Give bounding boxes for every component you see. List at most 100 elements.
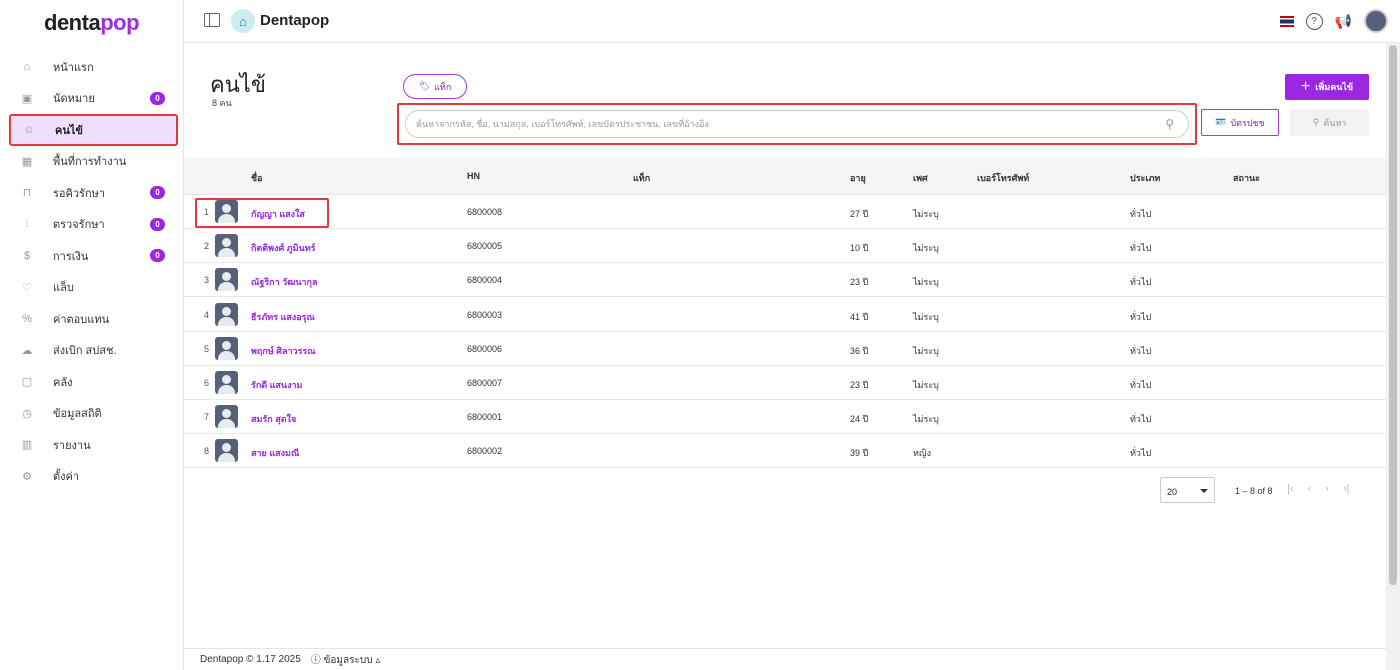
type: ทั่วไป (1130, 414, 1152, 425)
type: ทั่วไป (1130, 311, 1152, 322)
hn: 6800008 (467, 207, 503, 217)
type: ทั่วไป (1130, 380, 1152, 390)
last-page-icon[interactable]: ›| (1343, 483, 1350, 495)
tag-filter-button[interactable]: 🏷 แท็ก (403, 74, 467, 99)
age: 41 ปี (850, 311, 869, 322)
add-patient-button[interactable]: + เพิ่มคนไข้ (1285, 74, 1369, 100)
sidebar-item-0[interactable]: ⌂ หน้าแรก (9, 51, 178, 83)
patient-avatar (215, 371, 238, 394)
hn: 6800006 (467, 343, 503, 354)
col-age[interactable]: อายุ (850, 171, 866, 185)
sidebar-item-label: นัดหมาย (53, 93, 95, 106)
patient-name-link[interactable]: ณัฐริกา วัฒนากุล (251, 275, 318, 289)
next-page-icon[interactable]: › (1325, 483, 1329, 495)
hn: 6800001 (467, 412, 503, 423)
patient-name-link[interactable]: กัญญา แสงใส (251, 207, 305, 221)
patient-name-link[interactable]: กิตติพงศ์ ภูมินทร์ (251, 241, 315, 255)
money-hand-icon: $ (23, 249, 31, 262)
table-row[interactable]: 1 กัญญา แสงใส 6800008 27 ปี ไม่ระบุ ทั่ว… (184, 195, 1386, 229)
table-row[interactable]: 8 สาย แสงมณี 6800002 39 ปี หญิง ทั่วไป (184, 434, 1386, 469)
user-avatar[interactable] (1364, 9, 1388, 33)
pagination-range: 1 – 8 of 8 (1235, 486, 1273, 496)
row-index: 8 (204, 446, 210, 457)
col-hn[interactable]: HN (467, 171, 480, 181)
sidebar-item-6[interactable]: $ การเงิน 0 (9, 240, 178, 272)
help-icon[interactable]: ? (1305, 12, 1323, 30)
sidebar-item-7[interactable]: ♡ แล็บ (9, 272, 178, 304)
scrollbar-thumb[interactable] (1389, 45, 1397, 585)
copyright: Dentapop © 1.17 2025 (200, 654, 301, 665)
thai-flag-icon[interactable] (1279, 15, 1294, 27)
dental-chair-icon: ⊓ (22, 187, 32, 200)
col-name[interactable]: ชื่อ (251, 171, 263, 185)
sidebar-item-8[interactable]: % ค่าตอบแทน (9, 303, 178, 335)
system-info-link[interactable]: ⓘ ข้อมูลระบบ ▵ (311, 651, 381, 668)
patient-name-link[interactable]: สาย แสงมณี (251, 446, 299, 460)
workspace-icon: ▦ (21, 155, 33, 168)
footer: Dentapop © 1.17 2025 ⓘ ข้อมูลระบบ ▵ (184, 648, 1386, 670)
dentapop-logo[interactable]: dentapop (44, 10, 140, 36)
app-title: Dentapop (260, 12, 330, 29)
col-sex[interactable]: เพศ (913, 171, 928, 185)
sidebar-item-10[interactable]: ▢ คลัง (9, 366, 178, 398)
sex: ไม่ระบุ (913, 380, 939, 390)
patient-name-link[interactable]: รักดี แสนงาม (251, 378, 302, 392)
type: ทั่วไป (1130, 277, 1152, 288)
prev-page-icon[interactable]: ‹ (1308, 483, 1312, 495)
count-badge: 0 (150, 186, 165, 200)
sidebar-item-label: รอคิวรักษา (53, 187, 106, 200)
table-row[interactable]: 3 ณัฐริกา วัฒนากุล 6800004 23 ปี ไม่ระบุ… (184, 263, 1386, 298)
patient-avatar (215, 234, 238, 258)
cloud-check-icon: ☁ (21, 344, 33, 357)
search-input[interactable]: ค้นหาจากรหัส, ชื่อ, นามสกุล, เบอร์โทรศัพ… (405, 110, 1189, 138)
sidebar-item-label: พื้นที่การทำงาน (53, 156, 127, 169)
search-button[interactable]: ⚲ ค้นหา (1290, 109, 1369, 136)
col-type[interactable]: ประเภท (1130, 171, 1160, 185)
patient-name-link[interactable]: ธีรภัทร แสงอรุณ (251, 310, 315, 324)
scrollbar[interactable] (1386, 43, 1400, 670)
sidebar-item-13[interactable]: ⚙ ตั้งค่า (9, 461, 178, 493)
sex: ไม่ระบุ (913, 345, 939, 356)
home-icon: ⌂ (23, 60, 31, 73)
sidebar-item-2[interactable]: ☺ คนไข้ (9, 114, 178, 146)
patient-avatar (215, 268, 238, 292)
sidebar-item-9[interactable]: ☁ ส่งเบิก สปสช. (9, 335, 178, 367)
count-badge: 0 (150, 217, 165, 231)
sidebar-item-12[interactable]: ▥ รายงาน (9, 429, 178, 461)
patient-name-link[interactable]: พฤกษ์ ศิลาวรรณ (251, 344, 316, 358)
row-index: 5 (204, 343, 210, 354)
type: ทั่วไป (1130, 243, 1152, 254)
hn: 6800007 (467, 378, 503, 388)
patient-avatar (215, 302, 238, 326)
sidebar-item-label: คลัง (53, 376, 73, 389)
chart-icon: ▥ (21, 439, 33, 452)
sidebar-item-label: การเงิน (53, 250, 89, 263)
sidebar-item-4[interactable]: ⊓ รอคิวรักษา 0 (9, 177, 178, 209)
age: 36 ปี (850, 345, 869, 356)
page-size-select[interactable]: 20 (1160, 477, 1215, 503)
sidebar-item-1[interactable]: ▣ นัดหมาย 0 (9, 83, 178, 115)
patient-avatar (215, 405, 238, 429)
percent-icon: % (22, 312, 32, 325)
sidebar-toggle-icon[interactable] (204, 13, 220, 27)
sidebar-item-5[interactable]: ⫶ ตรวจรักษา 0 (9, 209, 178, 241)
box-icon: ▢ (21, 376, 33, 389)
sidebar-item-3[interactable]: ▦ พื้นที่การทำงาน (9, 146, 178, 178)
row-index: 4 (204, 309, 210, 320)
table-row[interactable]: 2 กิตติพงศ์ ภูมินทร์ 6800005 10 ปี ไม่ระ… (184, 229, 1386, 264)
first-page-icon[interactable]: |‹ (1287, 483, 1294, 495)
table-row[interactable]: 7 สมรัก สุดใจ 6800001 24 ปี ไม่ระบุ ทั่ว… (184, 400, 1386, 435)
age: 27 ปี (850, 209, 869, 219)
table-row[interactable]: 6 รักดี แสนงาม 6800007 23 ปี ไม่ระบุ ทั่… (184, 366, 1386, 400)
table-row[interactable]: 5 พฤกษ์ ศิลาวรรณ 6800006 36 ปี ไม่ระบุ ท… (184, 332, 1386, 366)
table-row[interactable]: 4 ธีรภัทร แสงอรุณ 6800003 41 ปี ไม่ระบุ … (184, 298, 1386, 332)
id-card-button[interactable]: 🪪 บัตรปชช (1201, 109, 1279, 136)
sidebar-item-11[interactable]: ◷ ข้อมูลสถิติ (9, 398, 178, 430)
sidebar-item-label: ข้อมูลสถิติ (53, 408, 102, 421)
topbar: ⌂ Dentapop ? 📢 (184, 0, 1400, 43)
megaphone-icon[interactable]: 📢 (1335, 13, 1352, 30)
type: ทั่วไป (1130, 209, 1152, 219)
patient-name-link[interactable]: สมรัก สุดใจ (251, 412, 296, 426)
plus-icon: + (1300, 78, 1311, 95)
col-phone: เบอร์โทรศัพท์ (977, 173, 1030, 183)
